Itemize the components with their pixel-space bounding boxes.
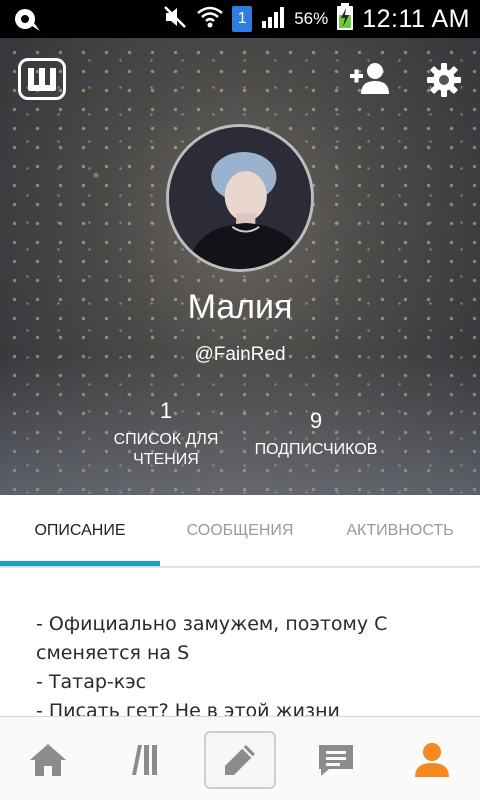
notification-icon bbox=[12, 6, 42, 37]
followers-stat[interactable]: 9 ПОДПИСЧИКОВ bbox=[236, 408, 396, 460]
profile-icon[interactable] bbox=[396, 731, 468, 789]
profile-tabs: ОПИСАНИЕ СООБЩЕНИЯ АКТИВНОСТЬ bbox=[0, 495, 480, 567]
tab-description[interactable]: ОПИСАНИЕ bbox=[0, 495, 160, 567]
description-line: - Татар-кэс bbox=[36, 671, 147, 693]
followers-label: ПОДПИСЧИКОВ bbox=[254, 441, 378, 458]
add-user-icon[interactable] bbox=[348, 60, 392, 98]
home-icon[interactable] bbox=[12, 731, 84, 789]
active-tab-indicator bbox=[0, 561, 160, 566]
description-line: сменяется на S bbox=[36, 642, 190, 664]
description-line: - Официально замужем, поэтому C bbox=[36, 613, 388, 635]
reading-lists-stat[interactable]: 1 СПИСОК ДЛЯ ЧТЕНИЯ bbox=[86, 398, 246, 470]
mute-icon bbox=[162, 4, 188, 35]
reading-lists-count: 1 bbox=[159, 398, 173, 423]
followers-count: 9 bbox=[309, 408, 323, 433]
username: @FainRed bbox=[194, 344, 286, 365]
inbox-icon[interactable] bbox=[300, 731, 372, 789]
library-icon[interactable] bbox=[108, 731, 180, 789]
write-icon[interactable] bbox=[204, 731, 276, 789]
gear-icon[interactable] bbox=[426, 62, 462, 98]
avatar[interactable] bbox=[166, 124, 314, 272]
sim-icon: 1 bbox=[232, 6, 253, 32]
signal-icon bbox=[260, 5, 286, 34]
profile-header: Малия @FainRed 1 СПИСОК ДЛЯ ЧТЕНИЯ 9 ПОД… bbox=[0, 38, 480, 495]
battery-charging-icon bbox=[336, 2, 354, 36]
profile-description: - Официально замужем, поэтому C сменяетс… bbox=[36, 610, 456, 716]
bottom-nav bbox=[0, 716, 480, 800]
reading-lists-label-line2: ЧТЕНИЯ bbox=[133, 451, 199, 468]
status-bar: 1 56% 12:11 AM bbox=[0, 0, 480, 38]
tab-messages[interactable]: СООБЩЕНИЯ bbox=[160, 495, 320, 567]
wifi-icon bbox=[196, 4, 224, 35]
description-line: - Писать гет? Не в этой жизни bbox=[36, 700, 340, 716]
description-panel: - Официально замужем, поэтому C сменяетс… bbox=[0, 568, 480, 716]
reading-lists-label-line1: СПИСОК ДЛЯ bbox=[113, 431, 219, 448]
wattpad-logo-icon[interactable] bbox=[18, 58, 66, 100]
display-name: Малия bbox=[187, 288, 293, 326]
battery-percent: 56% bbox=[294, 9, 329, 28]
tab-activity[interactable]: АКТИВНОСТЬ bbox=[320, 495, 480, 567]
clock: 12:11 AM bbox=[362, 4, 470, 33]
